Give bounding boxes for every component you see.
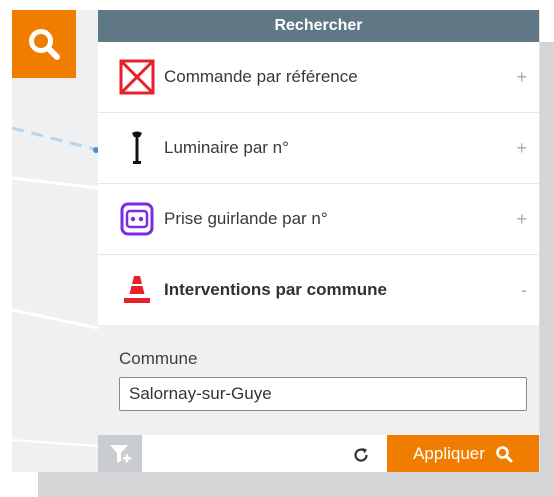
search-row-garland-socket[interactable]: Prise guirlande par n° + — [98, 184, 539, 255]
search-row-label: Prise guirlande par n° — [164, 209, 328, 228]
reset-button[interactable] — [350, 444, 372, 466]
street-light-icon — [119, 130, 155, 166]
filter-add-icon — [110, 444, 131, 463]
command-reference-icon — [119, 59, 155, 95]
search-row-interventions[interactable]: Interventions par commune - — [98, 255, 539, 326]
panel-title: Rechercher — [98, 10, 539, 42]
commune-input[interactable] — [119, 377, 527, 411]
refresh-icon — [354, 448, 368, 462]
clear-filter-button[interactable] — [98, 435, 142, 472]
expand-toggle[interactable]: + — [516, 67, 527, 88]
expand-toggle[interactable]: + — [516, 138, 527, 159]
search-row-label: Commande par référence — [164, 67, 358, 86]
search-row-label: Luminaire par n° — [164, 138, 289, 157]
search-row-command-reference[interactable]: Commande par référence + — [98, 42, 539, 113]
search-row-label: Interventions par commune — [164, 280, 387, 299]
commune-label: Commune — [119, 349, 198, 368]
search-icon — [29, 29, 60, 60]
commune-form: Commune — [98, 325, 539, 435]
map-view[interactable] — [12, 10, 98, 472]
search-icon — [496, 445, 513, 462]
map-search-button[interactable] — [12, 10, 76, 78]
apply-button-label: Appliquer — [413, 443, 485, 463]
map-lines — [12, 126, 98, 447]
stage: Rechercher Commande par référence + Lumi… — [0, 0, 554, 497]
collapse-toggle[interactable]: - — [521, 280, 527, 301]
garland-socket-icon — [119, 201, 155, 237]
search-row-street-light[interactable]: Luminaire par n° + — [98, 113, 539, 184]
expand-toggle[interactable]: + — [516, 209, 527, 230]
search-panel: Rechercher Commande par référence + Lumi… — [98, 10, 540, 472]
apply-button[interactable]: Appliquer — [387, 435, 539, 472]
panel-footer: Appliquer — [98, 435, 539, 472]
traffic-cone-icon — [119, 272, 155, 308]
